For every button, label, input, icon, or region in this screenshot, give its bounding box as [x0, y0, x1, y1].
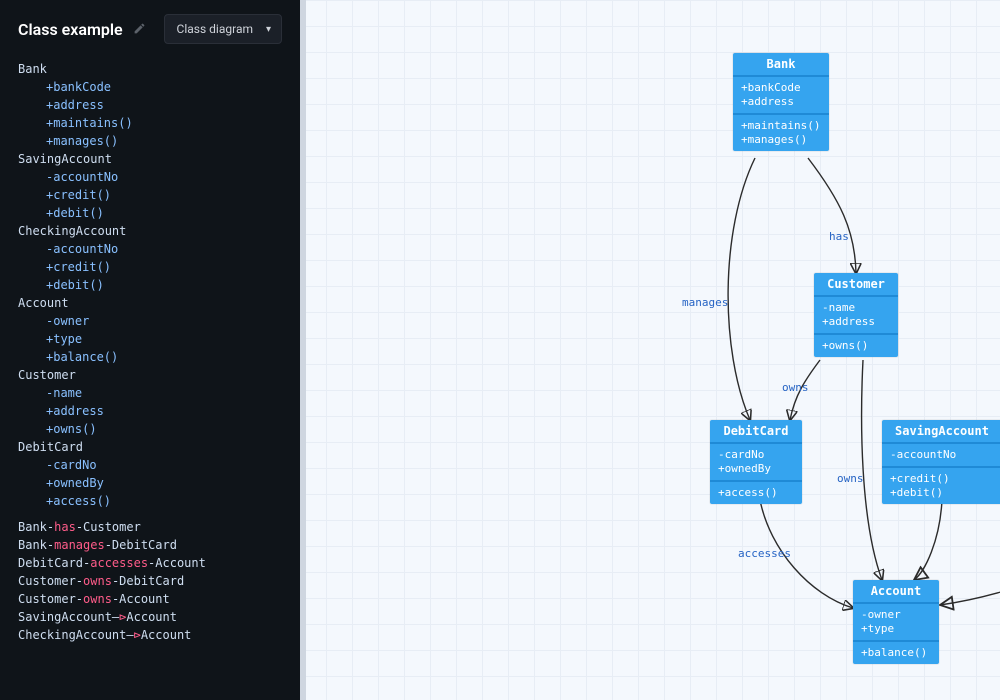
sidebar-header: Class example Class diagram	[0, 0, 300, 54]
code-relation: Customer-owns-Account	[18, 590, 300, 608]
uml-attrs: +bankCode+address	[733, 77, 829, 115]
code-member: +ownedBy	[18, 474, 300, 492]
uml-class-title: DebitCard	[710, 420, 802, 444]
edit-icon[interactable]	[133, 20, 146, 39]
uml-class-customer[interactable]: Customer-name+address+owns()	[814, 273, 898, 357]
edge	[914, 500, 942, 580]
code-member: +debit()	[18, 276, 300, 294]
code-member: +address	[18, 402, 300, 420]
code-member: +manages()	[18, 132, 300, 150]
code-relation: CheckingAccount—⊳Account	[18, 626, 300, 644]
code-pane[interactable]: Bank+bankCode+address+maintains()+manage…	[0, 54, 300, 700]
code-member: -accountNo	[18, 168, 300, 186]
code-member: -cardNo	[18, 456, 300, 474]
code-member: -owner	[18, 312, 300, 330]
code-class: SavingAccount	[18, 150, 300, 168]
canvas-ruler	[300, 0, 306, 700]
code-class: DebitCard	[18, 438, 300, 456]
code-relation: Bank-has-Customer	[18, 518, 300, 536]
code-member: +credit()	[18, 186, 300, 204]
edge-label: has	[829, 230, 849, 243]
code-member: -accountNo	[18, 240, 300, 258]
code-relation: Bank-manages-DebitCard	[18, 536, 300, 554]
diagram-type-label: Class diagram	[177, 22, 253, 36]
uml-methods: +credit()+debit()	[882, 468, 1000, 504]
edge-label: manages	[682, 296, 728, 309]
sidebar: Class example Class diagram Bank+bankCod…	[0, 0, 300, 700]
page-title: Class example	[18, 20, 123, 39]
uml-class-title: SavingAccount	[882, 420, 1000, 444]
code-member: +type	[18, 330, 300, 348]
code-member: +debit()	[18, 204, 300, 222]
uml-methods: +maintains()+manages()	[733, 115, 829, 151]
uml-methods: +owns()	[814, 335, 898, 357]
uml-class-savingaccount[interactable]: SavingAccount-accountNo+credit()+debit()	[882, 420, 1000, 504]
uml-attrs: -accountNo	[882, 444, 1000, 468]
uml-class-bank[interactable]: Bank+bankCode+address+maintains()+manage…	[733, 53, 829, 151]
edge	[808, 158, 856, 273]
edge	[940, 500, 1000, 605]
code-member: +owns()	[18, 420, 300, 438]
code-class: CheckingAccount	[18, 222, 300, 240]
code-class: Customer	[18, 366, 300, 384]
code-member: -name	[18, 384, 300, 402]
code-class: Bank	[18, 60, 300, 78]
code-member: +maintains()	[18, 114, 300, 132]
edge-label: owns	[837, 472, 864, 485]
uml-attrs: -cardNo+ownedBy	[710, 444, 802, 482]
code-relation: SavingAccount—⊳Account	[18, 608, 300, 626]
edge	[862, 360, 882, 580]
code-member: +balance()	[18, 348, 300, 366]
uml-methods: +balance()	[853, 642, 939, 664]
code-member: +credit()	[18, 258, 300, 276]
uml-attrs: -owner+type	[853, 604, 939, 642]
edge-label: owns	[782, 381, 809, 394]
uml-attrs: -name+address	[814, 297, 898, 335]
edge	[728, 158, 755, 420]
canvas[interactable]: Bank+bankCode+address+maintains()+manage…	[300, 0, 1000, 700]
code-member: +bankCode	[18, 78, 300, 96]
code-member: +address	[18, 96, 300, 114]
diagram-type-select[interactable]: Class diagram	[164, 14, 282, 44]
uml-class-title: Account	[853, 580, 939, 604]
uml-methods: +access()	[710, 482, 802, 504]
code-relation: DebitCard-accesses-Account	[18, 554, 300, 572]
uml-class-title: Customer	[814, 273, 898, 297]
uml-class-title: Bank	[733, 53, 829, 77]
edge-label: accesses	[738, 547, 791, 560]
code-member: +access()	[18, 492, 300, 510]
uml-class-debitcard[interactable]: DebitCard-cardNo+ownedBy+access()	[710, 420, 802, 504]
code-relation: Customer-owns-DebitCard	[18, 572, 300, 590]
canvas-ruler-tick	[300, 122, 306, 124]
code-class: Account	[18, 294, 300, 312]
uml-class-account[interactable]: Account-owner+type+balance()	[853, 580, 939, 664]
